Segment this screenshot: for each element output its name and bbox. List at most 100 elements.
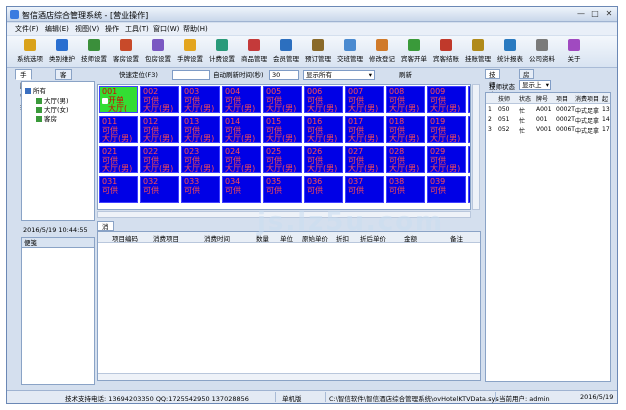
toolbar-button-company[interactable]: 公司资料: [527, 38, 557, 66]
room-tile-035[interactable]: 035 可供: [263, 176, 302, 203]
toolbar-button-room[interactable]: 客房设置: [111, 38, 141, 66]
col-technician[interactable]: 技师: [498, 94, 510, 103]
room-tile-016[interactable]: 016 可供 大厅(男): [304, 116, 343, 143]
room-tile-008[interactable]: 008 可供 大厅(男): [386, 86, 425, 113]
maximize-icon[interactable]: □: [589, 9, 601, 19]
room-tile-025[interactable]: 025 可供 大厅(男): [263, 146, 302, 173]
minimize-icon[interactable]: —: [575, 9, 587, 19]
room-tile-014[interactable]: 014 可供 大厅(男): [222, 116, 261, 143]
room-tile-033[interactable]: 033 可供: [181, 176, 220, 203]
tab-hand-tag[interactable]: 手牌管理: [15, 69, 32, 112]
toolbar-button-hand-tag[interactable]: 手牌设置: [175, 38, 205, 66]
toolbar-button-member[interactable]: 会员管理: [271, 38, 301, 66]
table-row[interactable]: 3 052 忙 V001 0006T 中式足拿 17: [486, 125, 610, 135]
room-tile-011[interactable]: 011 可供 大厅(男): [99, 116, 138, 143]
col-item-code[interactable]: 项目编码: [112, 233, 138, 243]
close-icon[interactable]: ✕: [603, 9, 615, 19]
menu-window[interactable]: 窗口(W): [153, 24, 179, 34]
menu-file[interactable]: 文件(F): [15, 24, 39, 34]
room-tile-024[interactable]: 024 可供 大厅(男): [222, 146, 261, 173]
toolbar-button-report[interactable]: 统计报表: [495, 38, 525, 66]
room-tile-03[interactable]: 03可大: [468, 146, 470, 173]
room-tile-021[interactable]: 021 可供 大厅(男): [99, 146, 138, 173]
table-row[interactable]: 1 050 忙 A001 0002T 中式足拿 13: [486, 105, 610, 115]
menu-tools[interactable]: 工具(T): [125, 24, 149, 34]
menu-help[interactable]: 帮助(H): [183, 24, 208, 34]
notes-panel[interactable]: 便笺: [21, 237, 95, 385]
toolbar-button-billing[interactable]: 计费设置: [207, 38, 237, 66]
toolbar-button-edit-checkin[interactable]: 修改登记: [367, 38, 397, 66]
room-tile-038[interactable]: 038 可供: [386, 176, 425, 203]
room-tile-015[interactable]: 015 可供 大厅(男): [263, 116, 302, 143]
toolbar-button-category[interactable]: 类别维护: [47, 38, 77, 66]
title-bar[interactable]: 智信酒店综合管理系统 - [营业操作] — □ ✕: [7, 7, 617, 22]
room-tile-001[interactable]: 001开单大厅(男): [99, 86, 138, 113]
toolbar-button-technician[interactable]: 技师设置: [79, 38, 109, 66]
room-status-text: 大厅(男): [184, 164, 215, 173]
display-filter-select[interactable]: 显示所有 ▾: [303, 70, 375, 80]
room-tile-01[interactable]: 01可大: [468, 86, 470, 113]
room-status-text: 大厅(男): [225, 104, 256, 113]
room-tile-007[interactable]: 007 可供 大厅(男): [345, 86, 384, 113]
room-tile-028[interactable]: 028 可供 大厅(男): [386, 146, 425, 173]
menu-view[interactable]: 视图(V): [75, 24, 99, 34]
room-tile-003[interactable]: 003 可供 大厅(男): [181, 86, 220, 113]
menu-edit[interactable]: 编辑(E): [45, 24, 69, 34]
tab-rooms[interactable]: 客房管理: [55, 69, 72, 112]
col-item-name[interactable]: 消费项目: [153, 233, 179, 243]
room-tile-032[interactable]: 032 可供: [140, 176, 179, 203]
tab-room-status[interactable]: 房态: [519, 69, 534, 89]
col-remark[interactable]: 备注: [450, 233, 463, 243]
room-tile-018[interactable]: 018 可供 大厅(男): [386, 116, 425, 143]
room-tile-019[interactable]: 019 可供 大厅(男): [427, 116, 466, 143]
toolbar-button-shift[interactable]: 交班管理: [335, 38, 365, 66]
toolbar-button-checkout[interactable]: 宾客结账: [431, 38, 461, 66]
room-tile-013[interactable]: 013 可供 大厅(男): [181, 116, 220, 143]
tab-technician-status[interactable]: 技师房态: [485, 69, 500, 109]
room-tile-006[interactable]: 006 可供 大厅(男): [304, 86, 343, 113]
toolbar-button-private-room[interactable]: 包房设置: [143, 38, 173, 66]
col-consumption-item[interactable]: 消费项目: [575, 94, 599, 103]
room-tile-034[interactable]: 034 可供: [222, 176, 261, 203]
tab-consumption-info[interactable]: 消费信息: [97, 221, 114, 261]
room-tile-037[interactable]: 037 可供: [345, 176, 384, 203]
room-tile-027[interactable]: 027 可供 大厅(男): [345, 146, 384, 173]
tree-root[interactable]: 所有: [25, 85, 46, 95]
room-tile-004[interactable]: 004 可供 大厅(男): [222, 86, 261, 113]
auto-refresh-input[interactable]: 30: [269, 70, 299, 80]
toolbar-button-credit[interactable]: 挂账管理: [463, 38, 493, 66]
col-status[interactable]: 状态: [519, 94, 531, 103]
table-row[interactable]: 2 051 忙 001 0002T 中式足拿 14: [486, 115, 610, 125]
toolbar-button-goods[interactable]: 商品管理: [239, 38, 269, 66]
room-tile-04[interactable]: 04可: [468, 176, 470, 203]
room-tile-026[interactable]: 026 可供 大厅(男): [304, 146, 343, 173]
tree-item-guest-room[interactable]: 客房: [36, 113, 57, 123]
col-start[interactable]: 起: [602, 94, 608, 103]
technician-status-select[interactable]: 显示上 ▾: [519, 80, 551, 90]
menu-operation[interactable]: 操作: [105, 24, 119, 34]
room-tile-002[interactable]: 002 可供 大厅(男): [140, 86, 179, 113]
room-tile-029[interactable]: 029 可供 大厅(男): [427, 146, 466, 173]
col-time[interactable]: 消费时间: [204, 233, 230, 243]
consumption-horizontal-scrollbar[interactable]: [98, 373, 480, 380]
toolbar-button-settings[interactable]: 系统选项: [15, 38, 45, 66]
refresh-button[interactable]: 刷新: [399, 70, 412, 81]
col-project[interactable]: 项目: [556, 94, 568, 103]
room-tile-023[interactable]: 023 可供 大厅(男): [181, 146, 220, 173]
room-grid-vertical-scrollbar[interactable]: [472, 84, 480, 210]
room-tile-012[interactable]: 012 可供 大厅(男): [140, 116, 179, 143]
col-tag-no[interactable]: 牌号: [536, 94, 548, 103]
room-tile-017[interactable]: 017 可供 大厅(男): [345, 116, 384, 143]
room-tile-005[interactable]: 005 可供 大厅(男): [263, 86, 302, 113]
room-status-text: 大厅(男): [430, 134, 461, 143]
room-tile-02[interactable]: 02可大: [468, 116, 470, 143]
room-tile-036[interactable]: 036 可供: [304, 176, 343, 203]
toolbar-button-booking[interactable]: 预订管理: [303, 38, 333, 66]
toolbar-button-open-bill[interactable]: 宾客开单: [399, 38, 429, 66]
room-tile-039[interactable]: 039 可供: [427, 176, 466, 203]
room-tile-022[interactable]: 022 可供 大厅(男): [140, 146, 179, 173]
quick-locate-input[interactable]: [172, 70, 210, 80]
toolbar-button-help[interactable]: 关于: [559, 38, 589, 66]
room-tile-009[interactable]: 009 可供 大厅(男): [427, 86, 466, 113]
room-tile-031[interactable]: 031 可供: [99, 176, 138, 203]
